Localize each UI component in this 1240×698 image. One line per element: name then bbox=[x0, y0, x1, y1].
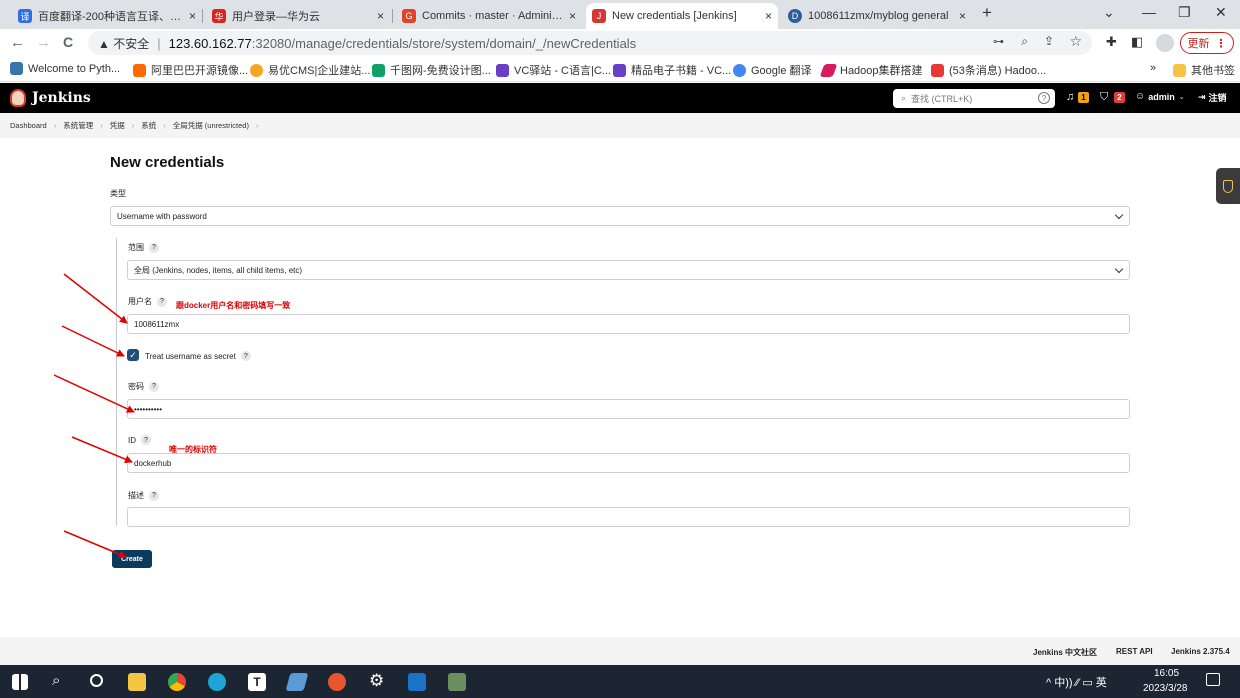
pycharm-icon[interactable] bbox=[448, 673, 466, 691]
annotation-arrow-id bbox=[71, 436, 133, 463]
task-view-icon[interactable] bbox=[90, 674, 103, 687]
clock-date[interactable]: 2023/3/28 bbox=[1143, 683, 1188, 694]
xshell-icon[interactable] bbox=[328, 673, 346, 691]
notepad-icon[interactable] bbox=[285, 673, 309, 691]
settings-gear-icon[interactable]: ⚙ bbox=[369, 671, 384, 691]
annotation-arrow-create bbox=[63, 530, 127, 558]
system-tray[interactable]: ^ 中)) ⁄⁄ ▭ 英 bbox=[1046, 674, 1107, 690]
jenkins-footer: Jenkins 中文社区 REST API Jenkins 2.375.4 bbox=[0, 637, 1240, 665]
annotation-arrows bbox=[53, 273, 135, 558]
footer-version[interactable]: Jenkins 2.375.4 bbox=[1171, 647, 1230, 656]
file-explorer-icon[interactable] bbox=[128, 673, 146, 691]
annotation-arrow-password bbox=[53, 374, 135, 413]
footer-community-link[interactable]: Jenkins 中文社区 bbox=[1033, 647, 1097, 658]
windows-start-icon[interactable] bbox=[12, 674, 28, 690]
clock-time[interactable]: 16:05 bbox=[1154, 668, 1179, 679]
windows-taskbar: ⌕ T ⚙ ^ 中)) ⁄⁄ ▭ 英 16:05 2023/3/28 bbox=[0, 665, 1240, 698]
annotation-arrow-username bbox=[63, 273, 128, 324]
notification-center-icon[interactable] bbox=[1206, 673, 1220, 686]
annotation-arrow-checkbox bbox=[61, 325, 125, 357]
footer-rest-api-link[interactable]: REST API bbox=[1116, 647, 1153, 656]
app-store-icon[interactable] bbox=[408, 673, 426, 691]
search-icon[interactable]: ⌕ bbox=[52, 672, 60, 689]
chrome-icon[interactable] bbox=[168, 673, 186, 691]
edge-icon[interactable] bbox=[208, 673, 226, 691]
typora-icon[interactable]: T bbox=[248, 673, 266, 691]
